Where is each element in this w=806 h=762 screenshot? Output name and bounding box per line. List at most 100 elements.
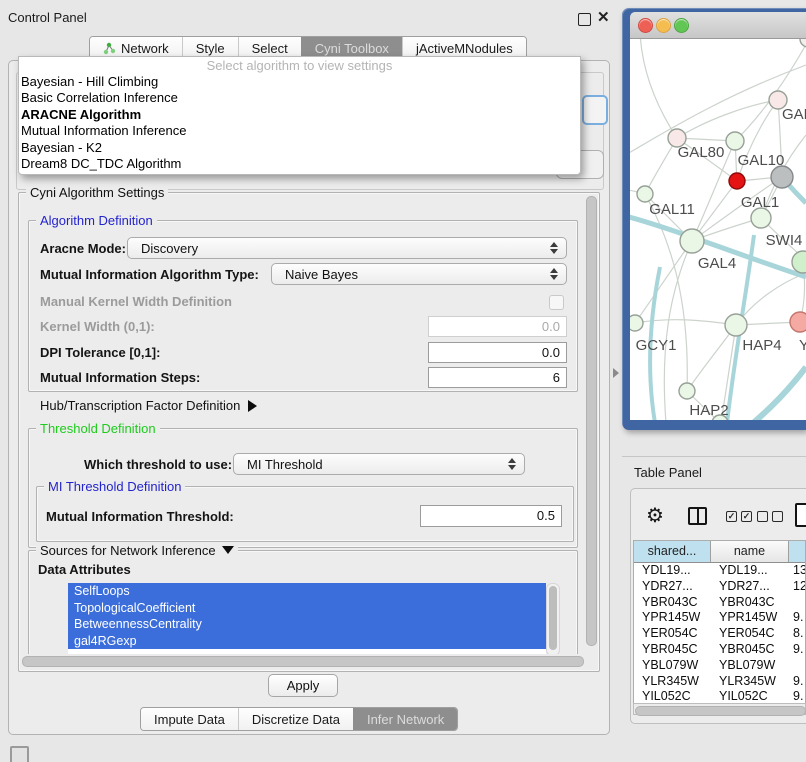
apply-button[interactable]: Apply — [268, 674, 338, 697]
node-label: GCY1 — [636, 337, 677, 354]
column-header[interactable]: name — [711, 541, 789, 562]
table-row[interactable]: YBR045CYBR045C9. — [634, 642, 805, 658]
close-panel-icon[interactable]: ✕ — [597, 8, 610, 26]
gear-icon[interactable]: ⚙ — [646, 503, 664, 528]
scrollbar-thumb[interactable] — [22, 656, 584, 667]
attribute-list-item[interactable]: BetweennessCentrality — [68, 616, 546, 633]
hub-definition-toggle[interactable]: Hub/Transcription Factor Definition — [40, 398, 257, 413]
attribute-list-item[interactable]: TopologicalCoefficient — [68, 600, 546, 617]
split-columns-icon[interactable] — [688, 507, 707, 525]
network-edge[interactable] — [687, 325, 736, 391]
table-cell: YBR045C — [634, 642, 711, 658]
table-cell: YPR145W — [634, 610, 711, 626]
network-node-gal4[interactable] — [680, 229, 704, 253]
table-row[interactable]: YBL079WYBL079W — [634, 658, 805, 674]
document-icon[interactable] — [795, 503, 806, 527]
network-node-swi4[interactable] — [792, 251, 806, 273]
network-window-titlebar[interactable] — [630, 12, 806, 39]
attribute-list-item[interactable]: SelfLoops — [68, 583, 546, 600]
aracne-mode-label: Aracne Mode: — [40, 241, 126, 256]
table-cell: 9. — [789, 674, 806, 690]
network-edge-highlighted[interactable] — [746, 367, 806, 420]
table-row[interactable]: YER054CYER054C8. — [634, 626, 805, 642]
table-cell: YIL052C — [711, 689, 789, 703]
minimize-window-icon[interactable] — [656, 18, 671, 33]
table-row[interactable]: YLR345WYLR345W9. — [634, 674, 805, 690]
table-row[interactable]: YIL052CYIL052C9. — [634, 689, 805, 703]
zoom-window-icon[interactable] — [674, 18, 689, 33]
combo-stepper-icon — [507, 458, 516, 470]
close-window-icon[interactable] — [638, 18, 653, 33]
network-node-hap4[interactable] — [725, 314, 747, 336]
table-row[interactable]: YBR043CYBR043C — [634, 595, 805, 611]
network-edge[interactable] — [735, 41, 806, 141]
splitter-arrow-icon[interactable] — [613, 368, 619, 378]
network-canvas[interactable]: GALGAL80GAL10GAL1GAL11SWI4GAL4GCY1HAP4YH… — [630, 39, 806, 420]
algorithm-option[interactable]: Bayesian - K2 — [19, 140, 580, 156]
collapsed-arrow-icon — [248, 400, 257, 412]
manual-kernel-checkbox[interactable] — [549, 295, 564, 310]
table-row[interactable]: YDR27...YDR27...12 — [634, 579, 805, 595]
kernel-width-label: Kernel Width (0,1): — [40, 319, 155, 334]
network-node-gal1[interactable] — [751, 208, 771, 228]
node-label: GAL1 — [741, 194, 779, 211]
network-node-gcy1[interactable] — [630, 315, 643, 331]
mi-threshold-label: Mutual Information Threshold: — [46, 509, 234, 524]
attribute-list-item[interactable]: gal4RGexp — [68, 633, 546, 650]
algorithm-option[interactable]: Basic Correlation Inference — [19, 90, 580, 106]
network-edge[interactable] — [640, 39, 677, 138]
minimized-panel-icon[interactable] — [10, 746, 29, 762]
network-node-y[interactable] — [790, 312, 806, 332]
algorithm-definition-title: Algorithm Definition — [36, 213, 157, 228]
node-label: GAL4 — [698, 255, 736, 272]
tab-discretize-data[interactable]: Discretize Data — [238, 708, 353, 730]
attributes-list-scrollbar[interactable] — [546, 583, 560, 656]
float-panel-icon[interactable] — [578, 13, 591, 26]
sources-group-title[interactable]: Sources for Network Inference — [36, 543, 238, 558]
table-cell: YDL19... — [634, 563, 711, 579]
column-header[interactable]: shared... — [634, 541, 711, 562]
mi-steps-field[interactable]: 6 — [428, 367, 567, 388]
network-node[interactable] — [800, 39, 806, 47]
network-node[interactable] — [771, 166, 793, 188]
table-row[interactable]: YDL19...YDL19...13 — [634, 563, 805, 579]
algorithm-option[interactable]: Bayesian - Hill Climbing — [19, 74, 580, 90]
network-node-gal10[interactable] — [726, 132, 744, 150]
settings-vertical-scrollbar[interactable] — [584, 194, 597, 652]
table-cell: YER054C — [634, 626, 711, 642]
kernel-width-field[interactable]: 0.0 — [428, 316, 567, 337]
algorithm-dropdown: Select algorithm to view settings Bayesi… — [18, 56, 581, 175]
table-cell: 13 — [789, 563, 806, 579]
settings-horizontal-scrollbar[interactable] — [20, 654, 596, 667]
mi-type-label: Mutual Information Algorithm Type: — [40, 267, 259, 282]
checked-checkbox-pair-icon[interactable]: ✓✓ — [726, 511, 752, 522]
scrollbar-thumb[interactable] — [635, 706, 806, 716]
tab-label: Impute Data — [154, 712, 225, 727]
table-horizontal-scrollbar[interactable] — [633, 703, 806, 715]
dpi-tolerance-field[interactable]: 0.0 — [428, 342, 567, 363]
mi-type-select[interactable]: Naive Bayes — [271, 263, 567, 285]
mi-steps-label: Mutual Information Steps: — [40, 370, 200, 385]
algorithm-option[interactable]: Dream8 DC_TDC Algorithm — [19, 156, 580, 172]
which-threshold-select[interactable]: MI Threshold — [233, 453, 525, 475]
network-edge[interactable] — [677, 100, 778, 138]
scrollbar-thumb[interactable] — [549, 586, 557, 650]
table-cell: YBR045C — [711, 642, 789, 658]
algorithm-option[interactable]: ARACNE Algorithm — [19, 107, 580, 123]
aracne-mode-select[interactable]: Discovery — [127, 237, 567, 259]
mi-threshold-field[interactable]: 0.5 — [420, 505, 562, 527]
column-header[interactable]: A — [789, 541, 806, 562]
tab-impute-data[interactable]: Impute Data — [141, 708, 238, 730]
panel-divider — [622, 456, 806, 457]
table-cell: YBR043C — [711, 595, 789, 611]
table-row[interactable]: YPR145WYPR145W9. — [634, 610, 805, 626]
refresh-button-partial[interactable] — [582, 95, 608, 125]
algorithm-option[interactable]: Mutual Information Inference — [19, 123, 580, 139]
network-node-gal11[interactable] — [637, 186, 653, 202]
scrollbar-thumb[interactable] — [586, 196, 597, 646]
tab-infer-network[interactable]: Infer Network — [353, 708, 457, 730]
network-node[interactable] — [729, 173, 745, 189]
table-cell: YDR27... — [634, 579, 711, 595]
network-node-hap2[interactable] — [679, 383, 695, 399]
unchecked-checkbox-pair-icon[interactable] — [757, 511, 783, 522]
